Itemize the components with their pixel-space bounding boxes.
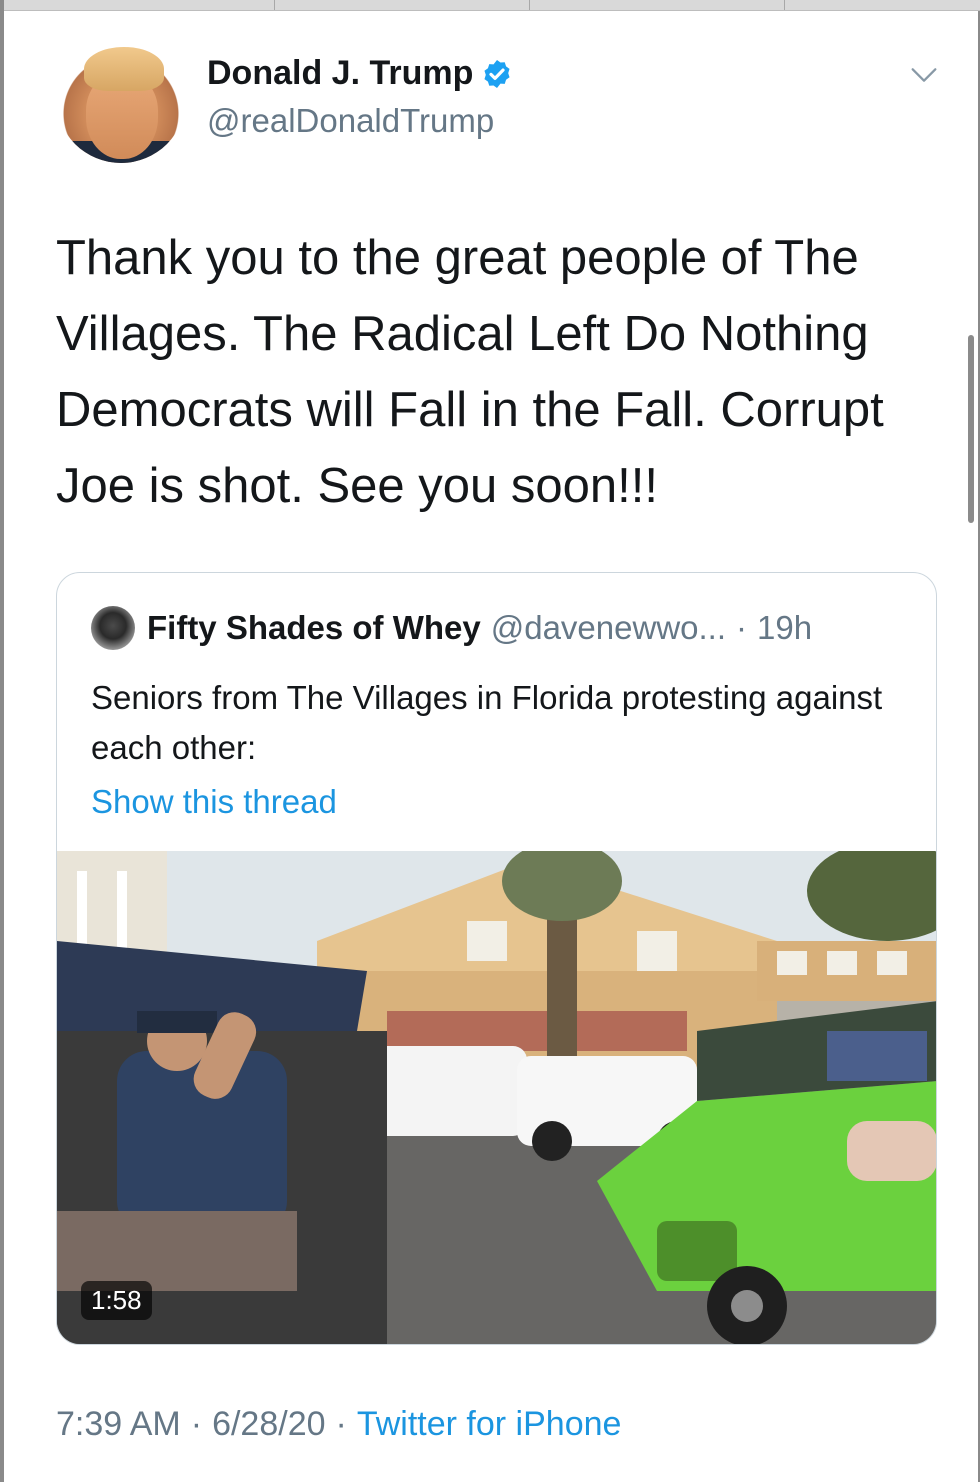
top-status-strip	[4, 0, 980, 11]
tweet-time[interactable]: 7:39 AM	[56, 1405, 181, 1444]
quoted-timestamp[interactable]: 19h	[757, 609, 812, 647]
author-name[interactable]: Donald J. Trump	[207, 54, 473, 93]
quoted-separator: ·	[736, 609, 748, 646]
video-duration-badge: 1:58	[81, 1281, 152, 1320]
author-avatar[interactable]	[56, 33, 186, 163]
quoted-author-avatar[interactable]	[91, 606, 135, 650]
quoted-tweet-card[interactable]: Fifty Shades of Whey @davenewwo... · 19h…	[56, 572, 937, 1345]
show-thread-link[interactable]: Show this thread	[91, 783, 337, 821]
tweet-footer: 7:39 AM · 6/28/20 · Twitter for iPhone	[56, 1405, 621, 1444]
chevron-down-icon[interactable]	[907, 58, 941, 92]
quoted-author-handle[interactable]: @davenewwo...	[491, 609, 726, 647]
author-name-row[interactable]: Donald J. Trump	[207, 54, 513, 93]
footer-separator-1: ·	[190, 1405, 203, 1443]
tweet-text: Thank you to the great people of The Vil…	[56, 231, 884, 513]
quoted-author-name[interactable]: Fifty Shades of Whey	[147, 609, 481, 647]
tweet-date[interactable]: 6/28/20	[212, 1405, 325, 1444]
quoted-header: Fifty Shades of Whey @davenewwo... · 19h	[147, 609, 812, 647]
tweet-screenshot: Donald J. Trump @realDonaldTrump Thank y…	[0, 0, 980, 1482]
video-scene-illustration	[57, 851, 936, 1344]
author-handle[interactable]: @realDonaldTrump	[207, 102, 494, 140]
verified-badge-icon	[484, 59, 510, 88]
scrollbar[interactable]	[968, 335, 974, 523]
footer-separator-2: ·	[335, 1405, 347, 1443]
video-thumbnail[interactable]: 1:58	[57, 851, 936, 1344]
tweet-source-link[interactable]: Twitter for iPhone	[357, 1405, 622, 1444]
quoted-text: Seniors from The Villages in Florida pro…	[91, 679, 883, 766]
